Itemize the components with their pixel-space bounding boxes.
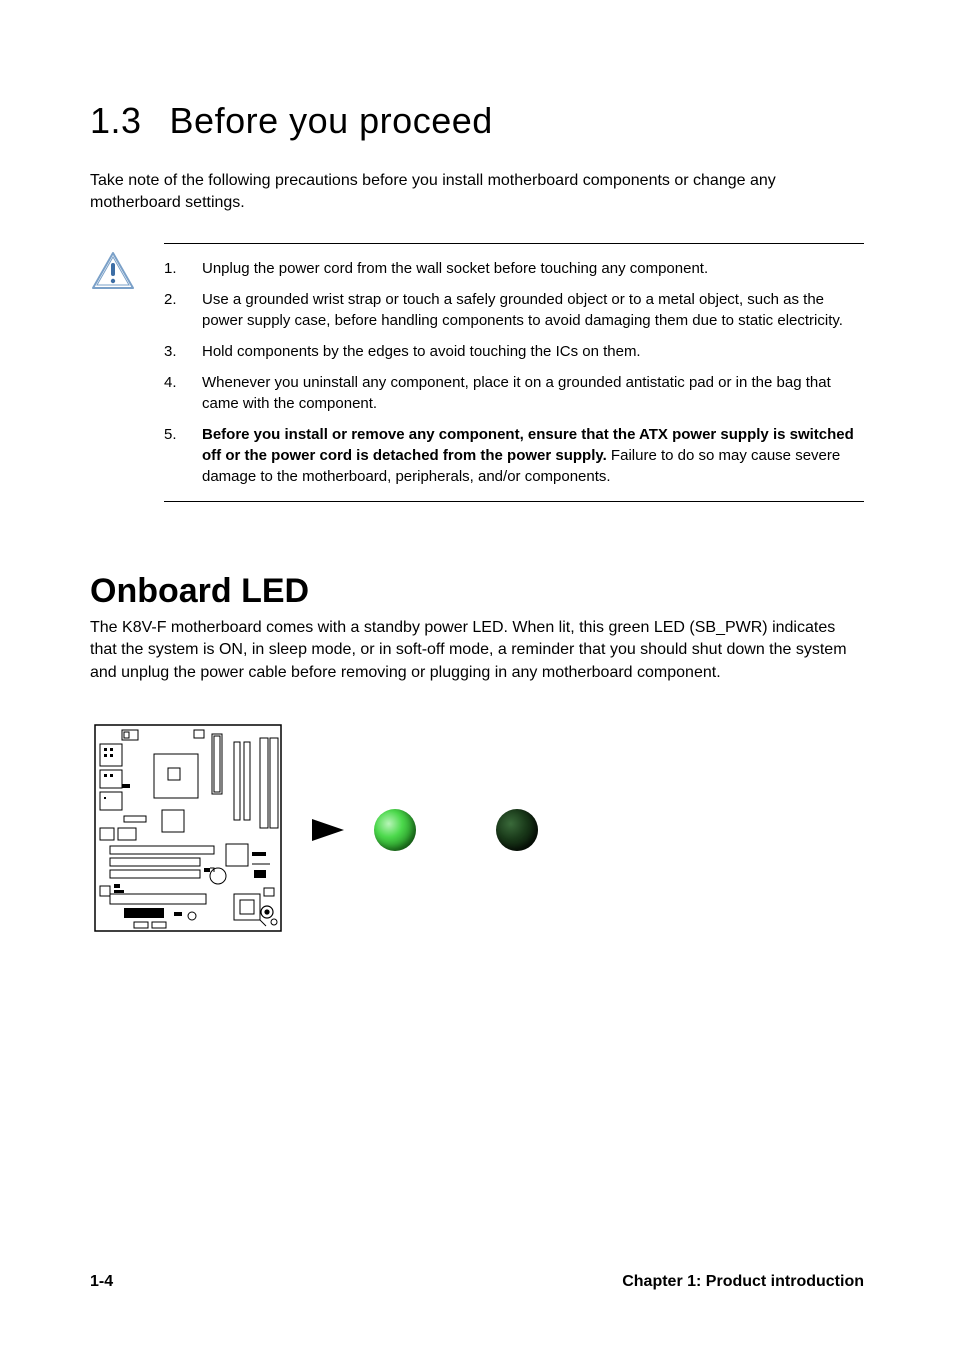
led-dark-icon	[496, 809, 538, 851]
section-title: Before you proceed	[170, 100, 493, 141]
caution-item: Whenever you uninstall any component, pl…	[164, 372, 864, 414]
onboard-led-text: The K8V-F motherboard comes with a stand…	[90, 617, 864, 684]
caution-item: Unplug the power cord from the wall sock…	[164, 258, 864, 279]
intro-paragraph: Take note of the following precautions b…	[90, 170, 864, 215]
chapter-label: Chapter 1: Product introduction	[622, 1273, 864, 1291]
page-footer: 1-4 Chapter 1: Product introduction	[90, 1273, 864, 1291]
page-number: 1-4	[90, 1273, 113, 1291]
onboard-led-heading: Onboard LED	[90, 572, 864, 611]
caution-content: Unplug the power cord from the wall sock…	[164, 243, 864, 502]
caution-list: Unplug the power cord from the wall sock…	[164, 258, 864, 487]
caution-icon	[90, 243, 140, 502]
caution-item: Before you install or remove any compone…	[164, 424, 864, 487]
motherboard-diagram-area	[94, 724, 864, 937]
section-heading: 1.3 Before you proceed	[90, 100, 864, 142]
caution-item: Hold components by the edges to avoid to…	[164, 341, 864, 362]
section-number: 1.3	[90, 100, 142, 142]
arrow-icon	[312, 819, 344, 841]
led-green-icon	[374, 809, 416, 851]
motherboard-schematic	[94, 724, 282, 937]
caution-block: Unplug the power cord from the wall sock…	[90, 243, 864, 502]
caution-item: Use a grounded wrist strap or touch a sa…	[164, 289, 864, 331]
